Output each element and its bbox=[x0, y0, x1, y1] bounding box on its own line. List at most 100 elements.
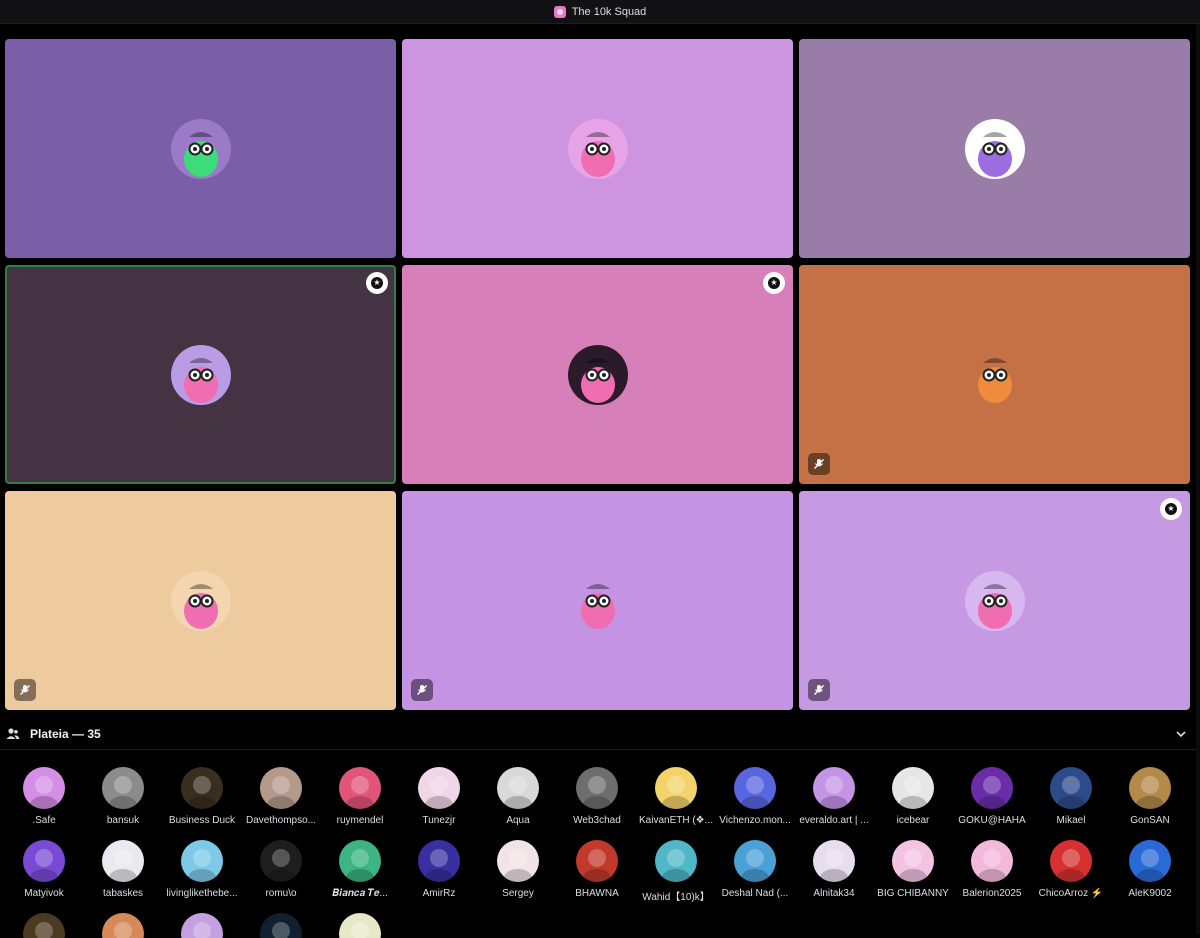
audience-member[interactable]: 𝑩𝒊𝒂𝒏𝒄𝒂 𝑻𝒆... bbox=[316, 840, 404, 899]
audience-member[interactable]: everaldo.art | ... bbox=[790, 767, 878, 826]
avatar bbox=[339, 767, 381, 809]
audience-member[interactable] bbox=[158, 913, 246, 938]
stage-tile[interactable]: ★ bbox=[402, 265, 793, 484]
audience-member[interactable]: BHAWNA bbox=[553, 840, 641, 899]
audience-member[interactable]: Deshal Nad (... bbox=[711, 840, 799, 899]
audience-member[interactable]: Davethompso... bbox=[237, 767, 325, 826]
scrollbar[interactable] bbox=[1196, 24, 1200, 934]
member-name: Matyivok bbox=[24, 888, 64, 899]
stage-tile[interactable]: ★ bbox=[5, 265, 396, 484]
avatar bbox=[971, 840, 1013, 882]
audience-member[interactable] bbox=[79, 913, 167, 938]
audience-member[interactable]: Tunezjr bbox=[395, 767, 483, 826]
avatar bbox=[576, 767, 618, 809]
stage-tile[interactable] bbox=[5, 491, 396, 710]
window-titlebar: The 10k Squad bbox=[0, 0, 1200, 24]
avatar bbox=[734, 767, 776, 809]
server-icon bbox=[553, 5, 566, 18]
audience-member[interactable]: Vichenzo.mon... bbox=[711, 767, 799, 826]
avatar bbox=[892, 767, 934, 809]
muted-mic-icon bbox=[411, 679, 433, 701]
member-name: Web3chad bbox=[573, 815, 621, 826]
audience-header[interactable]: Plateia — 35 bbox=[0, 718, 1200, 750]
audience-member[interactable]: tabaskes bbox=[79, 840, 167, 899]
avatar bbox=[23, 840, 65, 882]
audience-member[interactable]: AmirRz bbox=[395, 840, 483, 899]
audience-member[interactable]: GOKU@HAHA bbox=[948, 767, 1036, 826]
audience-member[interactable] bbox=[0, 913, 88, 938]
avatar bbox=[170, 118, 231, 179]
audience-member[interactable]: AleK9002 bbox=[1106, 840, 1194, 899]
audience-member[interactable]: Alnitak34 bbox=[790, 840, 878, 899]
member-name: livinglikethebe... bbox=[166, 888, 238, 899]
stage-tile[interactable]: ★ bbox=[799, 491, 1190, 710]
avatar bbox=[339, 913, 381, 938]
audience-member[interactable]: Aqua bbox=[474, 767, 562, 826]
avatar bbox=[892, 840, 934, 882]
avatar bbox=[102, 913, 144, 938]
avatar bbox=[813, 840, 855, 882]
avatar bbox=[339, 840, 381, 882]
member-name: GonSAN bbox=[1130, 815, 1170, 826]
avatar bbox=[23, 913, 65, 938]
avatar bbox=[497, 767, 539, 809]
member-name: GOKU@HAHA bbox=[958, 815, 1026, 826]
audience-member[interactable]: ruymendel bbox=[316, 767, 404, 826]
avatar bbox=[964, 344, 1025, 405]
member-name: Aqua bbox=[506, 815, 530, 826]
avatar bbox=[734, 840, 776, 882]
avatar bbox=[1129, 767, 1171, 809]
member-name: Wahid【10)k】 bbox=[642, 892, 710, 903]
member-name: .Safe bbox=[32, 815, 56, 826]
member-name: Alnitak34 bbox=[813, 888, 855, 899]
avatar bbox=[181, 913, 223, 938]
stage-tile[interactable] bbox=[402, 491, 793, 710]
avatar bbox=[260, 840, 302, 882]
avatar bbox=[260, 767, 302, 809]
audience-member[interactable]: .Safe bbox=[0, 767, 88, 826]
stage-tile[interactable] bbox=[799, 265, 1190, 484]
moderator-badge-icon: ★ bbox=[1160, 498, 1182, 520]
avatar bbox=[170, 570, 231, 631]
member-name: tabaskes bbox=[102, 888, 144, 899]
member-name: ruymendel bbox=[336, 815, 384, 826]
stage-tile[interactable] bbox=[799, 39, 1190, 258]
avatar bbox=[1050, 840, 1092, 882]
audience-member[interactable]: bansuk bbox=[79, 767, 167, 826]
chevron-down-icon[interactable] bbox=[1174, 727, 1188, 741]
audience-member[interactable]: Matyivok bbox=[0, 840, 88, 899]
stage-tile[interactable] bbox=[402, 39, 793, 258]
member-name: Balerion2025 bbox=[962, 888, 1022, 899]
audience-label: Plateia — 35 bbox=[30, 726, 101, 741]
member-name: Deshal Nad (... bbox=[721, 888, 789, 899]
audience-member[interactable] bbox=[316, 913, 404, 938]
member-name: ChicoArroz ⚡ bbox=[1038, 888, 1104, 899]
audience-member[interactable] bbox=[237, 913, 325, 938]
audience-member[interactable]: Business Duck bbox=[158, 767, 246, 826]
audience-member[interactable]: GonSAN bbox=[1106, 767, 1194, 826]
audience-member[interactable]: Balerion2025 bbox=[948, 840, 1036, 899]
member-name: 𝑩𝒊𝒂𝒏𝒄𝒂 𝑻𝒆... bbox=[332, 888, 388, 899]
avatar bbox=[1050, 767, 1092, 809]
avatar bbox=[102, 840, 144, 882]
audience-member[interactable]: Wahid【10)k】 bbox=[632, 840, 720, 903]
avatar bbox=[964, 118, 1025, 179]
audience-member[interactable]: Web3chad bbox=[553, 767, 641, 826]
stage-tile[interactable] bbox=[5, 39, 396, 258]
member-name: AleK9002 bbox=[1128, 888, 1172, 899]
avatar bbox=[170, 344, 231, 405]
audience-member[interactable]: ChicoArroz ⚡ bbox=[1027, 840, 1115, 899]
muted-mic-icon bbox=[808, 453, 830, 475]
audience-member[interactable]: icebear bbox=[869, 767, 957, 826]
avatar bbox=[567, 118, 628, 179]
audience-member[interactable]: romu\o bbox=[237, 840, 325, 899]
moderator-badge-icon: ★ bbox=[763, 272, 785, 294]
audience-member[interactable]: BIG CHIBANNY bbox=[869, 840, 957, 899]
member-name: everaldo.art | ... bbox=[799, 815, 869, 826]
audience-member[interactable]: livinglikethebe... bbox=[158, 840, 246, 899]
audience-member[interactable]: Sergey bbox=[474, 840, 562, 899]
audience-member[interactable]: KaivanETH (❖... bbox=[632, 767, 720, 826]
member-name: KaivanETH (❖... bbox=[639, 815, 713, 826]
audience-member[interactable]: Mikael bbox=[1027, 767, 1115, 826]
member-name: Business Duck bbox=[168, 815, 236, 826]
